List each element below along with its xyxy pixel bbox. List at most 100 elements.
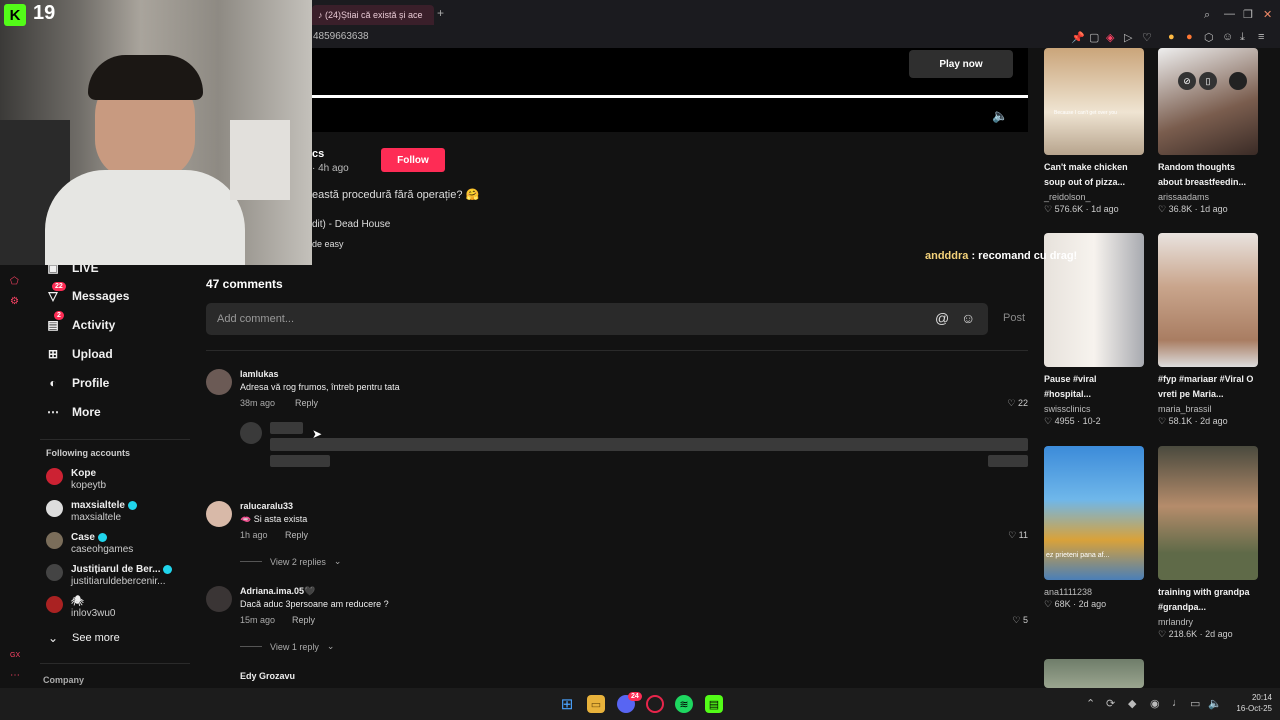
cookie-icon[interactable]: ●: [1186, 31, 1193, 43]
video-card[interactable]: ez prieteni pana af... ana1111238 ♡ 68K …: [1044, 446, 1144, 610]
video-card[interactable]: #fyp #mariавr #Viral O vreti pe Maria...…: [1158, 233, 1258, 427]
browser-tab[interactable]: ♪ (24)Știai că există și ace: [312, 5, 434, 25]
kick-app-icon[interactable]: ▤: [705, 695, 723, 713]
mention-icon[interactable]: @: [935, 310, 949, 326]
video-user[interactable]: arissaadams: [1158, 192, 1258, 202]
video-card[interactable]: Because I can't get over you Can't make …: [1044, 48, 1144, 215]
app-tray-icon[interactable]: ◆: [1128, 697, 1136, 710]
system-clock[interactable]: 20:14 16-Oct-25: [1236, 692, 1272, 714]
new-tab-button[interactable]: +: [437, 6, 444, 20]
follow-button[interactable]: Follow: [381, 148, 445, 172]
play-icon[interactable]: ▷: [1124, 31, 1132, 44]
video-thumbnail[interactable]: [1158, 446, 1258, 580]
windows-start-icon[interactable]: ⊞: [558, 695, 576, 713]
account-item[interactable]: maxsialtele maxsialtele: [46, 500, 137, 523]
menu-icon[interactable]: ≡: [1258, 31, 1264, 43]
nav-upload[interactable]: ⊞ Upload: [46, 347, 113, 361]
chat-text: : recomand cu drag!: [968, 250, 1078, 262]
comment-author[interactable]: ralucaralu33: [240, 501, 293, 511]
opera-gx-icon[interactable]: [646, 695, 664, 713]
like-button[interactable]: ♡ 22: [1007, 398, 1028, 409]
account-item[interactable]: Kope kopeytb: [46, 468, 106, 491]
account-icon[interactable]: ☺: [1222, 31, 1233, 43]
see-more-button[interactable]: ⌄ See more: [46, 631, 120, 645]
shield-icon[interactable]: ◈: [1106, 31, 1114, 44]
account-username: justitiaruldebercenir...: [71, 576, 166, 587]
extension-icon[interactable]: ●: [1168, 31, 1175, 43]
discord-icon[interactable]: 24: [617, 692, 642, 713]
search-icon[interactable]: ⌕: [1204, 9, 1210, 22]
sync-icon[interactable]: ⟳: [1106, 697, 1115, 710]
phone-icon[interactable]: ▯: [1199, 72, 1217, 90]
comment-input[interactable]: Add comment... @ ☺: [206, 303, 988, 335]
post-comment-button[interactable]: Post: [1003, 312, 1025, 324]
video-thumbnail[interactable]: [1158, 233, 1258, 367]
account-item[interactable]: Case caseohgames: [46, 532, 133, 555]
heart-icon[interactable]: ♡: [1142, 31, 1152, 44]
video-user[interactable]: mrlandry: [1158, 617, 1258, 627]
puzzle-icon[interactable]: ⬡: [1204, 31, 1214, 44]
nav-more[interactable]: ⋯ More: [46, 405, 101, 419]
gx-home-icon[interactable]: ⬠: [10, 276, 19, 287]
account-item[interactable]: 🕷 inlov3wu0: [46, 596, 115, 619]
block-icon[interactable]: ⊘: [1178, 72, 1196, 90]
reply-button[interactable]: Reply: [295, 398, 318, 408]
video-thumbnail[interactable]: ⊘ ▯: [1158, 48, 1258, 155]
emoji-icon[interactable]: ☺: [961, 310, 975, 326]
view-replies-button[interactable]: View 2 replies ⌄: [240, 556, 341, 567]
spotify-icon[interactable]: ≋: [675, 695, 693, 713]
chevron-up-icon[interactable]: ⌃: [1086, 697, 1095, 710]
video-card[interactable]: training with grandpa #grandpa... mrland…: [1158, 446, 1258, 640]
video-card[interactable]: [1044, 659, 1144, 688]
comment-author[interactable]: Adriana.ima.05🖤: [240, 586, 315, 597]
avatar[interactable]: [206, 369, 232, 395]
restore-icon[interactable]: ❐: [1243, 8, 1253, 21]
nav-activity[interactable]: ▤ 2 Activity: [46, 311, 115, 332]
video-user[interactable]: swissclinics: [1044, 404, 1144, 414]
download-icon[interactable]: ⤓: [1240, 31, 1245, 44]
like-button[interactable]: ♡ 5: [1012, 615, 1028, 626]
nav-messages[interactable]: ▽ 22 Messages: [46, 282, 129, 303]
pin-icon[interactable]: 📌: [1071, 31, 1085, 44]
gx-settings-icon[interactable]: ⚙: [10, 296, 19, 307]
play-now-button[interactable]: Play now: [909, 50, 1013, 78]
avatar[interactable]: [206, 501, 232, 527]
comment-author[interactable]: Edy Grozavu: [240, 671, 295, 681]
video-title: Pause #viral #hospital...: [1044, 374, 1097, 399]
volume-icon[interactable]: 🔈: [1208, 697, 1222, 710]
activity-badge: 2: [54, 311, 64, 320]
video-card[interactable]: Pause #viral #hospital... swissclinics ♡…: [1044, 233, 1144, 427]
avatar[interactable]: [1229, 72, 1247, 90]
snapshot-icon[interactable]: ▢: [1089, 31, 1099, 44]
video-thumbnail[interactable]: ez prieteni pana af...: [1044, 446, 1144, 580]
comment-text: Dacă aduc 3persoane am reducere ?: [240, 599, 389, 609]
nav-profile[interactable]: ◐ Profile: [46, 376, 109, 390]
video-progress-bar[interactable]: [312, 95, 1028, 98]
account-item[interactable]: Justițiarul de Ber... justitiaruldebercen…: [46, 564, 173, 587]
video-card[interactable]: ⊘ ▯ Random thoughts about breastfeedin..…: [1158, 48, 1258, 215]
video-user[interactable]: _reidolson_: [1044, 192, 1144, 202]
comment-author[interactable]: Iamlukas: [240, 369, 279, 379]
mouse-cursor-icon: ➤: [312, 427, 323, 441]
video-thumbnail[interactable]: Because I can't get over you: [1044, 48, 1144, 155]
network-icon[interactable]: ▭: [1190, 697, 1200, 710]
video-user[interactable]: ana1111238: [1044, 587, 1144, 597]
volume-icon[interactable]: 🔈: [992, 108, 1008, 124]
url-text[interactable]: 4859663638: [313, 31, 369, 42]
view-replies-button[interactable]: View 1 reply ⌄: [240, 641, 334, 652]
reply-button[interactable]: Reply: [285, 530, 308, 540]
gx-more-icon[interactable]: ⋯: [10, 670, 20, 681]
minimize-icon[interactable]: —: [1224, 8, 1235, 20]
video-thumbnail[interactable]: [1044, 659, 1144, 688]
like-button[interactable]: ♡ 11: [1008, 530, 1028, 541]
microphone-icon[interactable]: ♩: [1172, 697, 1183, 709]
company-link[interactable]: Company: [43, 675, 84, 685]
close-icon[interactable]: ✕: [1263, 8, 1272, 21]
controller-icon[interactable]: ◉: [1150, 697, 1160, 710]
author-name[interactable]: cs: [312, 148, 324, 160]
avatar[interactable]: [206, 586, 232, 612]
reply-button[interactable]: Reply: [292, 615, 315, 625]
music-title[interactable]: dit) - Dead House: [312, 219, 390, 230]
video-user[interactable]: maria_brassil: [1158, 404, 1258, 414]
file-explorer-icon[interactable]: ▭: [587, 695, 605, 713]
